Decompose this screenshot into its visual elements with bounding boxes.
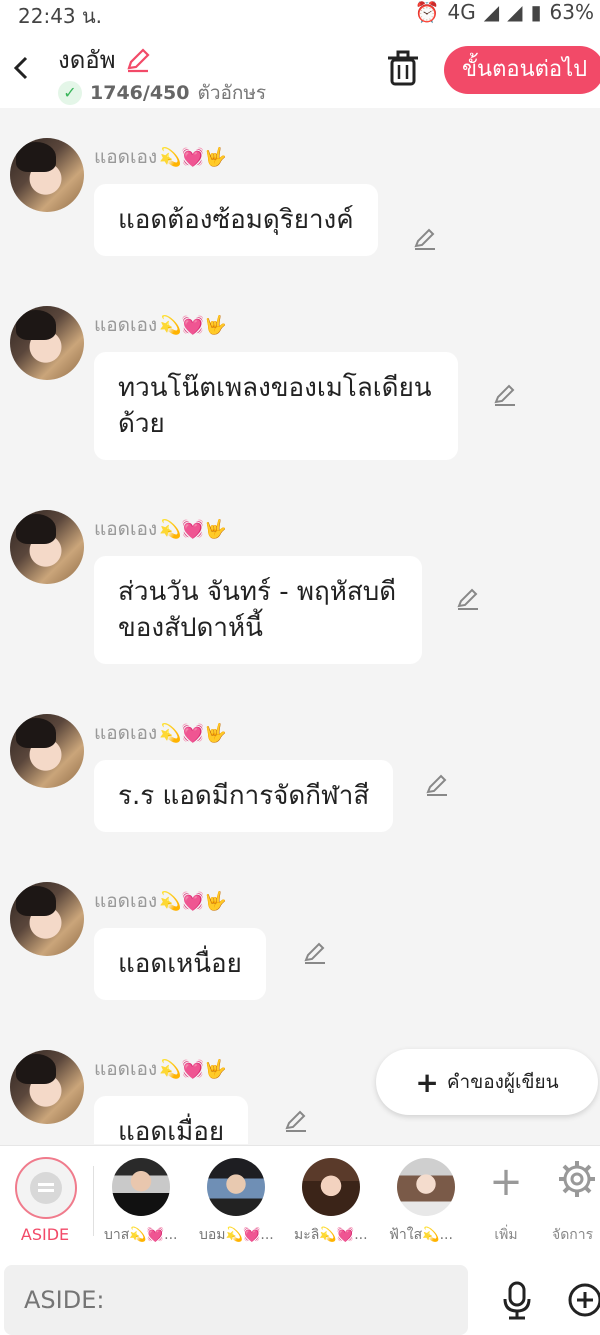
message-bubble[interactable]: แอดเมื่อย	[94, 1096, 249, 1144]
add-attachment-icon[interactable]	[568, 1283, 600, 1317]
character-avatar	[112, 1158, 170, 1216]
signal-icon: ◢	[483, 0, 500, 24]
edit-message-icon[interactable]	[302, 940, 328, 966]
settings-label: จัดการ	[552, 1227, 594, 1243]
character-name: ฟ้าใส💫...	[389, 1227, 453, 1243]
chapter-title-text: งดอัพ	[58, 46, 116, 74]
next-step-button[interactable]: ขั้นตอนต่อไป	[444, 46, 600, 94]
top-bar: งดอัพ ✓ 1746/450 ตัวอักษร ขั้นตอนต่อไป	[0, 28, 600, 108]
character-name: บาส💫💓...	[104, 1227, 178, 1243]
add-character-icon[interactable]: +	[486, 1162, 526, 1202]
back-arrow-icon	[13, 56, 28, 80]
character-item[interactable]: บาส💫💓...	[104, 1158, 184, 1246]
message-input[interactable]	[4, 1265, 468, 1335]
avatar[interactable]	[10, 510, 84, 584]
message-bubble[interactable]: ส่วนวัน จันทร์ - พฤหัสบดี ของสัปดาห์นี้	[94, 556, 422, 664]
edit-message-icon[interactable]	[492, 382, 518, 408]
avatar[interactable]	[10, 882, 84, 956]
character-name: มะลิ💫💓...	[294, 1227, 368, 1243]
author-note-button[interactable]: + คำของผู้เขียน	[376, 1049, 598, 1115]
character-avatar	[397, 1158, 455, 1216]
sender-name: แอดเอง 💫💓🤟	[94, 518, 227, 540]
character-item[interactable]: บอม💫💓...	[199, 1158, 279, 1246]
edit-message-icon[interactable]	[283, 1108, 309, 1134]
edit-message-icon[interactable]	[424, 772, 450, 798]
edit-message-icon[interactable]	[455, 586, 481, 612]
avatar[interactable]	[10, 714, 84, 788]
character-count-unit: ตัวอักษร	[197, 82, 267, 104]
chat-list[interactable]: แอดเอง 💫💓🤟 แอดต้องซ้อมดุริยางค์ แอดเอง 💫💓🤟…	[0, 108, 600, 1144]
status-bar: 22:43 น. ⏰ 4G ◢ ◢ ▮ 63%	[0, 0, 600, 28]
sender-name: แอดเอง 💫💓🤟	[94, 146, 227, 168]
message-bubble[interactable]: ร.ร แอดมีการจัดกีฬาสี	[94, 760, 394, 832]
character-avatar	[207, 1158, 265, 1216]
character-avatar	[302, 1158, 360, 1216]
avatar[interactable]	[10, 138, 84, 212]
character-item[interactable]: ฟ้าใส💫...	[389, 1158, 469, 1246]
aside-icon	[30, 1172, 62, 1204]
add-character-label: เพิ่ม	[494, 1227, 518, 1243]
aside-button[interactable]	[15, 1157, 77, 1219]
status-icons: ⏰ 4G ◢ ◢ ▮ 63%	[415, 0, 594, 24]
message-bubble[interactable]: แอดต้องซ้อมดุริยางค์	[94, 184, 378, 256]
signal-icon: ◢	[507, 0, 523, 24]
character-name: บอม💫💓...	[199, 1227, 274, 1243]
battery-icon: ▮	[530, 0, 542, 24]
sender-name: แอดเอง 💫💓🤟	[94, 722, 227, 744]
network-type: 4G	[447, 0, 476, 24]
avatar[interactable]	[10, 306, 84, 380]
microphone-icon[interactable]	[500, 1281, 534, 1321]
sender-name: แอดเอง 💫💓🤟	[94, 314, 227, 336]
character-bar: ASIDE บาส💫💓... บอม💫💓... มะลิ💫💓... ฟ้าใส💫…	[0, 1145, 600, 1256]
battery-percent: 63%	[549, 0, 594, 24]
chapter-title[interactable]: งดอัพ	[58, 40, 152, 79]
character-count: ✓ 1746/450 ตัวอักษร	[58, 78, 266, 108]
sender-name: แอดเอง 💫💓🤟	[94, 890, 227, 912]
character-item[interactable]: มะลิ💫💓...	[294, 1158, 374, 1246]
alarm-icon: ⏰	[414, 0, 440, 24]
input-bar	[0, 1255, 600, 1335]
edit-title-icon[interactable]	[124, 46, 152, 74]
message-bubble[interactable]: แอดเหนื่อย	[94, 928, 266, 1000]
divider	[93, 1166, 94, 1236]
edit-message-icon[interactable]	[412, 226, 438, 252]
message-bubble[interactable]: ทวนโน๊ตเพลงของเมโลเดียน ด้วย	[94, 352, 458, 460]
avatar[interactable]	[10, 1050, 84, 1124]
character-count-value: 1746/450	[90, 82, 190, 104]
author-note-label: คำของผู้เขียน	[446, 1071, 559, 1093]
gear-icon[interactable]	[556, 1158, 598, 1200]
check-icon: ✓	[58, 81, 82, 105]
trash-icon[interactable]	[386, 50, 420, 86]
plus-icon: +	[415, 1065, 439, 1099]
back-button[interactable]	[8, 50, 38, 86]
aside-label: ASIDE	[20, 1225, 70, 1244]
sender-name: แอดเอง 💫💓🤟	[94, 1058, 227, 1080]
